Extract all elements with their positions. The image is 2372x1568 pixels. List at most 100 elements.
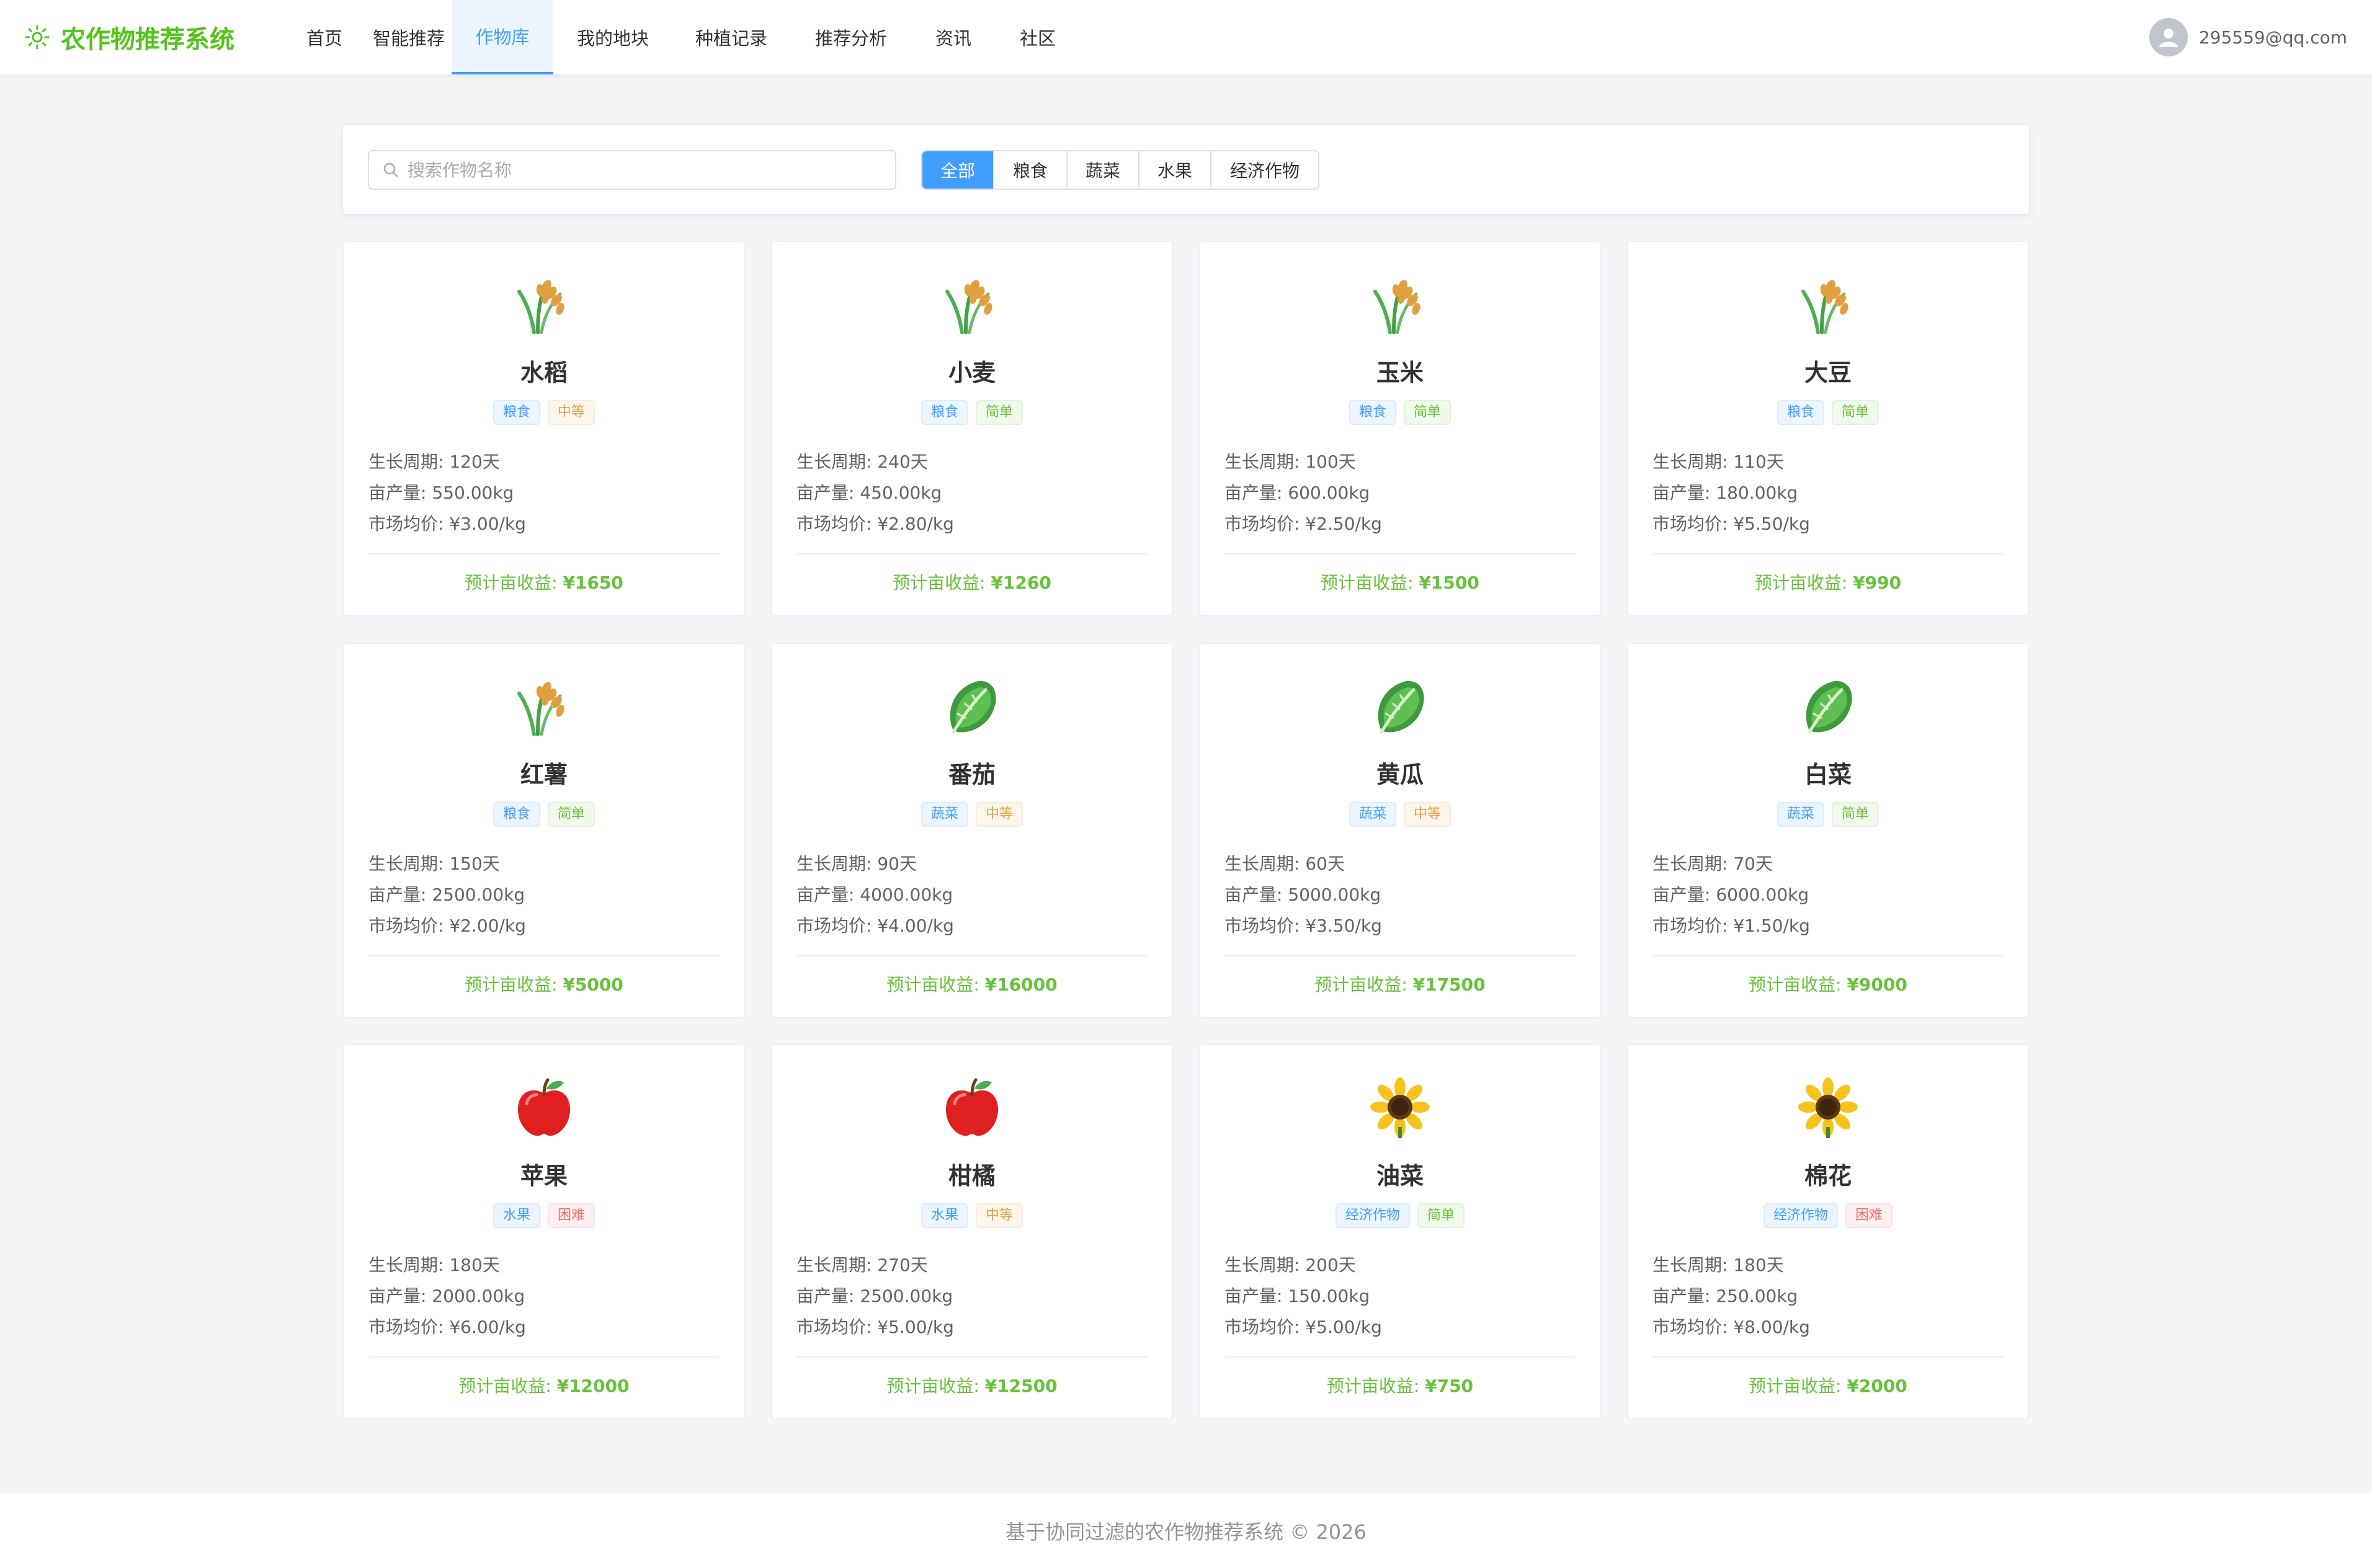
- category-cash-crop-button[interactable]: 经济作物: [1210, 151, 1318, 189]
- crop-name: 红薯: [520, 761, 568, 788]
- crop-card-tomato[interactable]: 番茄 蔬菜 中等 生长周期: 90天 亩产量: 4000.00kg 市场均价: …: [770, 643, 1174, 1018]
- user-menu[interactable]: 295559@qq.com: [2149, 0, 2347, 74]
- growth-period: 生长周期: 240天: [796, 452, 928, 472]
- search-box[interactable]: [368, 150, 896, 190]
- nav-item-crop-library[interactable]: 作物库: [452, 0, 553, 74]
- brand[interactable]: 农作物推荐系统: [25, 0, 234, 74]
- market-price: 市场均价: ¥6.00/kg: [368, 1317, 526, 1337]
- crop-card-rice[interactable]: 水稻 粮食 中等 生长周期: 120天 亩产量: 550.00kg 市场均价: …: [342, 241, 746, 617]
- difficulty-tag: 困难: [548, 1203, 595, 1228]
- category-vegetable-button[interactable]: 蔬菜: [1066, 151, 1138, 189]
- yield-per-mu: 亩产量: 150.00kg: [1224, 1286, 1370, 1306]
- crop-card-sweet-potato[interactable]: 红薯 粮食 简单 生长周期: 150天 亩产量: 2500.00kg 市场均价:…: [342, 643, 746, 1018]
- nav-item-home[interactable]: 首页: [283, 0, 366, 74]
- market-price: 市场均价: ¥5.50/kg: [1652, 514, 1810, 534]
- card-divider: [1224, 955, 1576, 956]
- growth-period: 生长周期: 110天: [1652, 452, 1784, 472]
- top-header: 农作物推荐系统 首页 智能推荐 作物库 我的地块 种植记录 推荐分析 资讯 社区…: [0, 0, 2372, 74]
- crop-card-rapeseed[interactable]: 油菜 经济作物 简单 生长周期: 200天 亩产量: 150.00kg 市场均价…: [1198, 1044, 1602, 1420]
- category-tag: 粮食: [1777, 400, 1824, 425]
- card-divider: [796, 1356, 1148, 1358]
- card-divider: [1224, 1356, 1576, 1358]
- market-price: 市场均价: ¥3.50/kg: [1224, 915, 1382, 936]
- card-divider: [368, 955, 720, 956]
- card-divider: [1652, 1356, 2004, 1358]
- sunflower-icon: [1797, 1076, 1859, 1138]
- crop-card-citrus[interactable]: 柑橘 水果 中等 生长周期: 270天 亩产量: 2500.00kg 市场均价:…: [770, 1044, 1174, 1420]
- difficulty-tag: 中等: [976, 1203, 1023, 1228]
- crop-card-cucumber[interactable]: 黄瓜 蔬菜 中等 生长周期: 60天 亩产量: 5000.00kg 市场均价: …: [1198, 643, 1602, 1018]
- rice-icon: [513, 675, 575, 737]
- expected-income: 预计亩收益: ¥1650: [465, 572, 623, 593]
- difficulty-tag: 中等: [976, 802, 1023, 827]
- page-footer: 基于协同过滤的农作物推荐系统 © 2026: [0, 1494, 2372, 1568]
- category-fruit-button[interactable]: 水果: [1138, 151, 1210, 189]
- expected-income: 预计亩收益: ¥17500: [1314, 974, 1486, 995]
- growth-period: 生长周期: 270天: [796, 1255, 928, 1275]
- crop-name: 油菜: [1376, 1162, 1424, 1190]
- nav-item-smart-recommend[interactable]: 智能推荐: [366, 0, 452, 74]
- crop-card-wheat[interactable]: 小麦 粮食 简单 生长周期: 240天 亩产量: 450.00kg 市场均价: …: [770, 241, 1174, 617]
- crop-card-soybean[interactable]: 大豆 粮食 简单 生长周期: 110天 亩产量: 180.00kg 市场均价: …: [1626, 241, 2030, 617]
- search-input[interactable]: [408, 159, 879, 180]
- difficulty-tag: 简单: [976, 400, 1023, 425]
- user-avatar-icon[interactable]: [2149, 18, 2188, 56]
- category-tag: 水果: [493, 1203, 540, 1228]
- growth-period: 生长周期: 180天: [368, 1255, 500, 1275]
- nav-item-planting-records[interactable]: 种植记录: [672, 0, 790, 74]
- expected-income: 预计亩收益: ¥750: [1326, 1376, 1474, 1396]
- difficulty-tag: 困难: [1845, 1203, 1893, 1228]
- sun-logo-icon: [25, 25, 50, 50]
- nav-item-community[interactable]: 社区: [995, 0, 1081, 74]
- category-tag: 经济作物: [1763, 1203, 1838, 1228]
- difficulty-tag: 中等: [1404, 802, 1451, 827]
- growth-period: 生长周期: 120天: [368, 452, 500, 472]
- category-grain-button[interactable]: 粮食: [993, 151, 1066, 189]
- footer-text: 基于协同过滤的农作物推荐系统 © 2026: [1005, 1520, 1367, 1544]
- rice-icon: [941, 273, 1003, 335]
- category-all-button[interactable]: 全部: [922, 151, 993, 189]
- crop-name: 玉米: [1376, 359, 1424, 386]
- filter-panel: 全部 粮食 蔬菜 水果 经济作物: [342, 124, 2030, 215]
- nav-item-recommend-analysis[interactable]: 推荐分析: [790, 0, 912, 74]
- person-icon: [2159, 29, 2178, 47]
- nav-item-news[interactable]: 资讯: [912, 0, 995, 74]
- growth-period: 生长周期: 70天: [1652, 853, 1773, 874]
- yield-per-mu: 亩产量: 450.00kg: [796, 483, 942, 503]
- category-tag: 粮食: [1349, 400, 1396, 425]
- crop-card-apple[interactable]: 苹果 水果 困难 生长周期: 180天 亩产量: 2000.00kg 市场均价:…: [342, 1044, 746, 1420]
- market-price: 市场均价: ¥4.00/kg: [796, 915, 954, 936]
- expected-income: 预计亩收益: ¥1500: [1321, 572, 1479, 593]
- crop-card-cotton[interactable]: 棉花 经济作物 困难 生长周期: 180天 亩产量: 250.00kg 市场均价…: [1626, 1044, 2030, 1420]
- difficulty-tag: 简单: [1832, 400, 1879, 425]
- crop-card-corn[interactable]: 玉米 粮食 简单 生长周期: 100天 亩产量: 600.00kg 市场均价: …: [1198, 241, 1602, 617]
- yield-per-mu: 亩产量: 2500.00kg: [368, 884, 525, 905]
- difficulty-tag: 简单: [1417, 1203, 1465, 1228]
- sunflower-icon: [1369, 1076, 1431, 1138]
- expected-income: 预计亩收益: ¥990: [1754, 572, 1902, 593]
- category-tag: 粮食: [493, 802, 540, 827]
- crop-name: 棉花: [1804, 1162, 1852, 1190]
- yield-per-mu: 亩产量: 550.00kg: [368, 483, 514, 503]
- category-tag: 蔬菜: [1349, 802, 1396, 827]
- expected-income: 预计亩收益: ¥12500: [886, 1376, 1058, 1396]
- crop-card-cabbage[interactable]: 白菜 蔬菜 简单 生长周期: 70天 亩产量: 6000.00kg 市场均价: …: [1626, 643, 2030, 1018]
- yield-per-mu: 亩产量: 6000.00kg: [1652, 884, 1809, 905]
- nav-item-my-plots[interactable]: 我的地块: [553, 0, 672, 74]
- leafy-green-icon: [941, 675, 1003, 737]
- growth-period: 生长周期: 200天: [1224, 1255, 1356, 1275]
- apple-icon: [513, 1076, 575, 1138]
- search-icon: [383, 163, 398, 177]
- crop-name: 番茄: [948, 761, 996, 788]
- category-tag: 经济作物: [1335, 1203, 1410, 1228]
- leafy-green-icon: [1797, 675, 1859, 737]
- crop-name: 小麦: [948, 359, 996, 386]
- category-tag: 蔬菜: [921, 802, 968, 827]
- market-price: 市场均价: ¥5.00/kg: [1224, 1317, 1382, 1337]
- crop-name: 苹果: [520, 1162, 568, 1190]
- difficulty-tag: 中等: [548, 400, 595, 425]
- rice-icon: [1797, 273, 1859, 335]
- difficulty-tag: 简单: [1832, 802, 1879, 827]
- category-tag: 蔬菜: [1777, 802, 1824, 827]
- market-price: 市场均价: ¥2.50/kg: [1224, 514, 1382, 534]
